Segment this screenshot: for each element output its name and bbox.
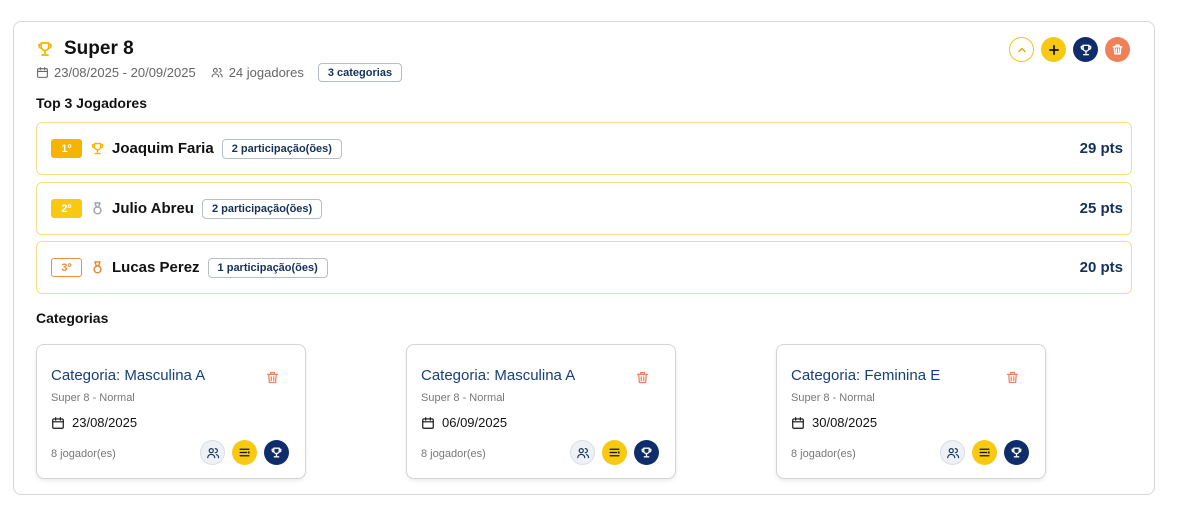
calendar-icon [36, 66, 49, 79]
players-button[interactable] [940, 440, 965, 465]
users-icon [946, 446, 960, 460]
ranking-button[interactable] [634, 440, 659, 465]
calendar-icon [791, 416, 805, 430]
player-count-text: 24 jogadores [228, 65, 304, 80]
category-actions [940, 440, 1029, 465]
category-date-text: 23/08/2025 [72, 415, 138, 430]
categories-badge: 3 categorias [317, 63, 403, 82]
category-subtitle: Super 8 - Normal [791, 392, 875, 404]
rank-badge: 1º [51, 139, 82, 158]
category-subtitle: Super 8 - Normal [51, 392, 135, 404]
trophy-icon [640, 446, 653, 459]
category-title[interactable]: Categoria: Masculina A [421, 367, 575, 384]
players-button[interactable] [200, 440, 225, 465]
list-icon [238, 446, 251, 459]
users-icon [206, 446, 220, 460]
list-icon [608, 446, 621, 459]
category-card[interactable]: Categoria: Feminina E Super 8 - Normal 3… [776, 344, 1046, 479]
trophy-icon [1079, 43, 1093, 57]
category-actions [570, 440, 659, 465]
ranking-button[interactable] [1004, 440, 1029, 465]
player-name: Julio Abreu [112, 200, 194, 217]
category-title[interactable]: Categoria: Feminina E [791, 367, 940, 384]
trophy-icon [1010, 446, 1023, 459]
matches-button[interactable] [972, 440, 997, 465]
delete-category-button[interactable] [263, 368, 281, 386]
chevron-up-icon [1016, 44, 1028, 56]
category-card[interactable]: Categoria: Masculina A Super 8 - Normal … [36, 344, 306, 479]
trophy-icon [270, 446, 283, 459]
delete-tournament-button[interactable] [1105, 37, 1130, 62]
rank-badge: 3º [51, 258, 82, 277]
category-subtitle: Super 8 - Normal [421, 392, 505, 404]
trash-icon [265, 370, 280, 385]
category-title[interactable]: Categoria: Masculina A [51, 367, 205, 384]
plus-icon [1047, 43, 1061, 57]
tournament-actions [1009, 37, 1130, 62]
top-player-row: 2º Julio Abreu 2 participação(ões) 25 pt… [36, 182, 1132, 235]
calendar-icon [51, 416, 65, 430]
top-player-row: 1º Joaquim Faria 2 participação(ões) 29 … [36, 122, 1132, 175]
player-name: Joaquim Faria [112, 140, 214, 157]
delete-category-button[interactable] [1003, 368, 1021, 386]
tournament-header: Super 8 [36, 38, 134, 60]
date-range-text: 23/08/2025 - 20/09/2025 [54, 65, 196, 80]
collapse-button[interactable] [1009, 37, 1034, 62]
category-date: 30/08/2025 [791, 415, 877, 430]
player-points: 25 pts [1079, 200, 1123, 217]
category-player-count: 8 jogador(es) [51, 448, 116, 460]
player-points: 29 pts [1079, 140, 1123, 157]
category-player-count: 8 jogador(es) [421, 448, 486, 460]
player-count: 24 jogadores [210, 65, 304, 80]
date-range: 23/08/2025 - 20/09/2025 [36, 65, 196, 80]
add-category-button[interactable] [1041, 37, 1066, 62]
trash-icon [1111, 43, 1124, 56]
top3-heading: Top 3 Jogadores [36, 95, 147, 111]
top-player-row: 3º Lucas Perez 1 participação(ões) 20 pt… [36, 241, 1132, 294]
trash-icon [635, 370, 650, 385]
matches-button[interactable] [602, 440, 627, 465]
category-date: 06/09/2025 [421, 415, 507, 430]
ranking-button[interactable] [1073, 37, 1098, 62]
category-date-text: 30/08/2025 [812, 415, 878, 430]
player-points: 20 pts [1079, 259, 1123, 276]
trophy-icon [36, 40, 54, 58]
users-icon [576, 446, 590, 460]
delete-category-button[interactable] [633, 368, 651, 386]
silver-medal-icon [88, 200, 106, 218]
matches-button[interactable] [232, 440, 257, 465]
tournament-meta: 23/08/2025 - 20/09/2025 24 jogadores 3 c… [36, 63, 403, 82]
gold-trophy-icon [88, 140, 106, 158]
trash-icon [1005, 370, 1020, 385]
category-actions [200, 440, 289, 465]
ranking-button[interactable] [264, 440, 289, 465]
category-date: 23/08/2025 [51, 415, 137, 430]
player-name: Lucas Perez [112, 259, 200, 276]
categories-heading: Categorias [36, 310, 109, 326]
calendar-icon [421, 416, 435, 430]
participation-badge: 2 participação(ões) [221, 138, 342, 159]
users-icon [210, 66, 224, 79]
participation-badge: 2 participação(ões) [201, 198, 323, 219]
category-card[interactable]: Categoria: Masculina A Super 8 - Normal … [406, 344, 676, 479]
bronze-medal-icon [88, 259, 106, 277]
category-player-count: 8 jogador(es) [791, 448, 856, 460]
rank-badge: 2º [51, 199, 82, 218]
players-button[interactable] [570, 440, 595, 465]
participation-badge: 1 participação(ões) [207, 257, 328, 278]
list-icon [978, 446, 991, 459]
category-date-text: 06/09/2025 [442, 415, 508, 430]
tournament-title: Super 8 [64, 38, 134, 59]
